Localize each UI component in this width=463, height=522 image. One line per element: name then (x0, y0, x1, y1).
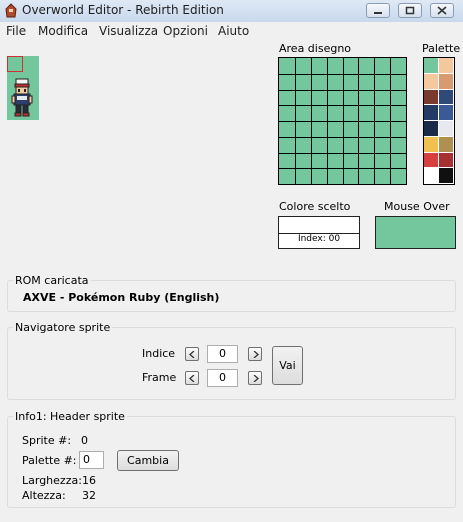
chosen-color-box: Index: 00 (278, 216, 360, 249)
minimize-button[interactable] (366, 3, 390, 18)
navigator-group-title: Navigatore sprite (13, 321, 113, 334)
header-info-group-title: Info1: Header sprite (13, 410, 127, 423)
larghezza-label: Larghezza: (22, 474, 82, 487)
altezza-value: 32 (82, 489, 96, 502)
sprite-number-value: 0 (81, 434, 88, 447)
minimize-icon (374, 12, 382, 14)
menu-opzioni[interactable]: Opzioni (163, 24, 208, 38)
palette-number-label: Palette #: (22, 454, 77, 467)
chosen-color-index: Index: 00 (297, 234, 341, 244)
mouse-over-label: Mouse Over (384, 200, 450, 213)
menu-bar: File Modifica Visualizza Opzioni Aiuto (0, 22, 463, 40)
palette-swatch[interactable] (424, 73, 439, 90)
mouse-over-swatch (375, 216, 456, 249)
palette-swatch[interactable] (439, 105, 454, 121)
palette-swatch[interactable] (439, 121, 454, 137)
indice-increment-button[interactable] (248, 347, 262, 361)
frame-decrement-button[interactable] (185, 371, 199, 385)
palette-swatch[interactable] (439, 89, 454, 106)
palette-swatch[interactable] (439, 58, 454, 74)
palette-number-input[interactable]: 0 (79, 451, 104, 469)
menu-file[interactable]: File (6, 24, 26, 38)
menu-modifica[interactable]: Modifica (38, 24, 88, 38)
chevron-left-icon (189, 351, 195, 358)
area-disegno-label: Area disegno (279, 42, 352, 55)
palette-swatch[interactable] (424, 136, 439, 153)
maximize-button[interactable] (398, 3, 422, 18)
palette-swatch[interactable] (439, 152, 454, 169)
palette-grid (423, 57, 455, 185)
navigator-group (7, 327, 456, 400)
frame-increment-button[interactable] (248, 371, 262, 385)
close-icon (437, 6, 447, 15)
frame-label: Frame (142, 371, 177, 384)
trainer-sprite-icon (11, 78, 33, 117)
palette-swatch[interactable] (424, 152, 439, 169)
sprite-number-label: Sprite #: (22, 434, 72, 447)
altezza-label: Altezza: (22, 489, 66, 502)
larghezza-value: 16 (82, 474, 96, 487)
grid-lines (279, 58, 406, 184)
palette-swatch[interactable] (424, 121, 439, 137)
rom-group-title: ROM caricata (13, 274, 91, 287)
menu-aiuto[interactable]: Aiuto (218, 24, 249, 38)
sprite-preview[interactable] (7, 56, 39, 120)
cambia-button[interactable]: Cambia (117, 450, 179, 471)
palette-swatch[interactable] (424, 89, 439, 106)
menu-visualizza[interactable]: Visualizza (99, 24, 158, 38)
indice-decrement-button[interactable] (185, 347, 199, 361)
close-button[interactable] (430, 3, 454, 18)
chevron-right-icon (253, 351, 259, 358)
draw-area-grid[interactable] (278, 57, 407, 185)
rom-name: AXVE - Pokémon Ruby (English) (23, 291, 220, 304)
palette-swatch[interactable] (424, 58, 439, 74)
title-bar[interactable]: Overworld Editor - Rebirth Edition (0, 0, 463, 23)
window-title: Overworld Editor - Rebirth Edition (22, 3, 224, 17)
palette-swatch[interactable] (424, 168, 439, 184)
palette-label: Palette (422, 42, 461, 55)
chevron-right-icon (253, 375, 259, 382)
vai-button[interactable]: Vai (272, 346, 303, 385)
palette-swatch[interactable] (439, 73, 454, 90)
palette-swatch[interactable] (439, 136, 454, 153)
palette-swatch[interactable] (424, 105, 439, 121)
colore-scelto-label: Colore scelto (279, 200, 351, 213)
frame-input[interactable]: 0 (207, 369, 238, 387)
maximize-icon (405, 6, 415, 15)
sprite-selection-marker (7, 56, 23, 72)
palette-swatch[interactable] (439, 168, 454, 184)
indice-input[interactable]: 0 (207, 345, 238, 363)
app-icon (5, 3, 17, 18)
chevron-left-icon (189, 375, 195, 382)
chosen-color-swatch (279, 217, 359, 234)
indice-label: Indice (142, 347, 176, 360)
